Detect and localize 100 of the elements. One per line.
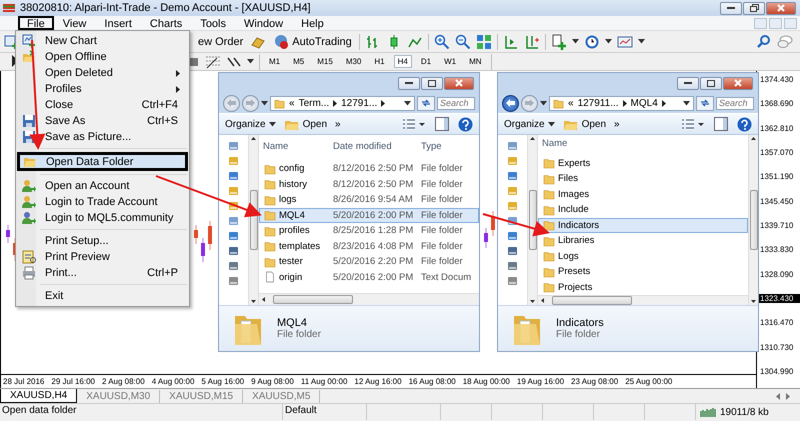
file-row[interactable]: tester 5/20/2016 2:20 PM File folder — [259, 254, 479, 270]
refresh-button[interactable] — [696, 96, 714, 110]
chart-tab[interactable]: XAUUSD,M15 — [160, 390, 244, 403]
open-button[interactable]: Open — [562, 118, 606, 130]
chart-tab[interactable]: XAUUSD,M5 — [243, 390, 320, 403]
breadcrumb[interactable]: 127911... — [578, 98, 619, 108]
folder-icon[interactable] — [507, 246, 518, 256]
menu-item[interactable]: Charts — [140, 16, 192, 30]
zoom-out-icon[interactable] — [454, 34, 471, 50]
drive-icon[interactable] — [228, 141, 239, 151]
new-order-button[interactable]: ew Order — [196, 36, 246, 48]
scroll-left-icon[interactable] — [776, 393, 780, 400]
menu-item[interactable]: Print Setup... — [17, 233, 188, 249]
scrollbar[interactable] — [527, 135, 537, 305]
indicator-add-icon[interactable] — [550, 34, 567, 50]
autotrading-button[interactable]: AutoTrading — [271, 34, 354, 50]
close-button[interactable] — [444, 76, 474, 90]
search-field[interactable]: Search — [437, 96, 475, 110]
menu-item[interactable]: Insert — [95, 16, 141, 30]
breadcrumb-overflow[interactable]: « — [289, 98, 295, 108]
preview-pane-icon[interactable] — [713, 116, 729, 132]
file-row[interactable]: Logs — [538, 248, 748, 264]
breadcrumb[interactable]: MQL4 — [630, 98, 658, 108]
menu-item[interactable]: View — [54, 16, 96, 30]
drive-icon[interactable] — [507, 141, 518, 151]
address-bar[interactable]: « Term... 12791... — [270, 96, 415, 110]
breadcrumb[interactable]: Term... — [298, 98, 330, 108]
column-header[interactable]: Name — [538, 138, 608, 149]
timeframe-button[interactable]: D1 — [416, 55, 436, 68]
menu-item[interactable]: Exit — [17, 288, 188, 304]
file-row[interactable]: Projects — [538, 280, 748, 295]
drive-icon[interactable] — [228, 276, 239, 286]
file-row[interactable]: Experts — [538, 156, 748, 171]
clock-icon[interactable] — [584, 34, 600, 50]
chat-icon[interactable] — [777, 34, 793, 50]
menu-item[interactable]: New Chart — [17, 33, 188, 49]
minimize-button[interactable] — [398, 76, 420, 90]
menu-item[interactable]: Print... Ctrl+P — [17, 265, 188, 281]
drive-icon[interactable] — [507, 261, 518, 271]
organize-button[interactable]: Organize — [225, 118, 276, 130]
menu-item[interactable]: Open Offline — [17, 49, 188, 65]
scrollbar[interactable] — [259, 293, 479, 305]
view-options-icon[interactable] — [402, 118, 426, 130]
search-field[interactable]: Search — [716, 96, 754, 110]
file-row[interactable]: templates 8/23/2016 4:08 PM File folder — [259, 238, 479, 254]
minimize-button[interactable] — [677, 76, 699, 90]
chart-tab[interactable]: XAUUSD,M30 — [77, 390, 160, 403]
forward-button[interactable] — [242, 94, 259, 112]
file-row[interactable]: history 8/12/2016 2:50 PM File folder — [259, 176, 479, 192]
file-row[interactable]: Include — [538, 202, 748, 218]
timeframe-button[interactable]: H4 — [394, 55, 412, 68]
column-header[interactable]: Type — [417, 140, 479, 152]
menu-item[interactable]: Window — [235, 16, 292, 30]
fibonacci-icon[interactable] — [205, 54, 221, 70]
menu-item[interactable]: File — [18, 16, 54, 30]
scrollbar[interactable] — [538, 295, 748, 305]
drive-icon[interactable] — [507, 171, 518, 181]
file-row[interactable]: config 8/12/2016 2:50 PM File folder — [259, 161, 479, 176]
column-header[interactable]: Name — [259, 140, 329, 152]
address-bar[interactable]: « 127911... MQL4 — [549, 96, 694, 110]
drive-icon[interactable] — [228, 231, 239, 241]
drive-icon[interactable] — [507, 276, 518, 286]
minimize-button[interactable] — [720, 2, 742, 14]
search-icon[interactable] — [756, 34, 772, 50]
menu-item[interactable]: Close Ctrl+F4 — [17, 97, 188, 113]
file-row[interactable]: MQL4 5/20/2016 2:00 PM File folder — [259, 208, 479, 223]
drive-icon[interactable] — [507, 231, 518, 241]
file-row[interactable]: logs 8/26/2016 9:54 AM File folder — [259, 192, 479, 208]
timeframe-button[interactable]: M5 — [289, 55, 308, 68]
file-row[interactable]: profiles 8/25/2016 1:28 PM File folder — [259, 223, 479, 238]
menu-item[interactable]: Help — [292, 16, 333, 30]
file-row[interactable]: Libraries — [538, 233, 748, 248]
close-button[interactable] — [723, 76, 753, 90]
menu-item[interactable]: Open an Account — [17, 178, 188, 194]
preview-pane-icon[interactable] — [434, 116, 450, 132]
column-header[interactable]: Date modified — [329, 140, 417, 152]
chart-shift-icon[interactable] — [502, 34, 519, 50]
drive-icon[interactable] — [228, 171, 239, 181]
file-row[interactable]: origin 5/20/2016 2:00 PM Text Docum — [259, 270, 479, 285]
help-icon[interactable] — [458, 116, 473, 132]
scrollbar[interactable] — [248, 135, 258, 305]
timeframe-button[interactable]: M1 — [265, 55, 284, 68]
tile-windows-icon[interactable] — [476, 34, 492, 50]
menu-item[interactable]: Open Deleted — [17, 65, 188, 81]
file-row[interactable]: Images — [538, 186, 748, 202]
folder-icon[interactable] — [228, 246, 239, 256]
menu-item[interactable]: Print Preview — [17, 249, 188, 265]
template-icon[interactable] — [616, 34, 633, 50]
close-button[interactable] — [766, 2, 796, 14]
scrollbar[interactable] — [748, 135, 758, 305]
menu-item[interactable]: Login to MQL5.community — [17, 210, 188, 226]
file-row[interactable]: Indicators — [538, 218, 748, 233]
maximize-button[interactable] — [421, 76, 443, 90]
timeframe-button[interactable]: W1 — [440, 55, 460, 68]
restore-button[interactable] — [743, 2, 765, 14]
chart-tab[interactable]: XAUUSD,H4 — [0, 389, 78, 403]
timeframe-button[interactable]: H1 — [370, 55, 389, 68]
file-row[interactable]: Presets — [538, 264, 748, 280]
drive-icon[interactable] — [228, 261, 239, 271]
more-button[interactable]: » — [614, 118, 620, 130]
